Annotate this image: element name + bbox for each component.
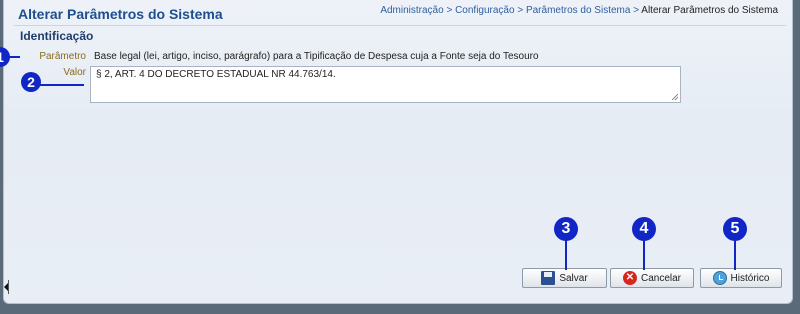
- annotation-badge-2: 2: [21, 72, 41, 92]
- annotation-4-leader: [643, 240, 645, 270]
- breadcrumb: Administração > Configuração > Parâmetro…: [380, 5, 778, 16]
- annotation-badge-5: 5: [723, 217, 747, 241]
- breadcrumb-current: Alterar Parâmetros do Sistema: [641, 5, 778, 16]
- save-button[interactable]: Salvar: [522, 268, 607, 288]
- sidebar-splitter[interactable]: [8, 280, 9, 294]
- annotation-badge-3: 3: [554, 217, 578, 241]
- save-button-label: Salvar: [559, 272, 588, 284]
- history-button-label: Histórico: [730, 272, 770, 284]
- breadcrumb-path[interactable]: Administração > Configuração > Parâmetro…: [380, 5, 641, 16]
- cancel-x-icon: ✕: [622, 271, 637, 285]
- section-title: Identificação: [20, 29, 94, 43]
- clock-icon: [712, 271, 727, 285]
- main-panel: Alterar Parâmetros do Sistema Administra…: [3, 0, 793, 304]
- valor-text: § 2, ART. 4 DO DECRETO ESTADUAL NR 44.76…: [96, 69, 336, 80]
- resize-grip-icon[interactable]: [672, 94, 678, 100]
- parametro-label: Parâmetro: [39, 51, 86, 62]
- annotation-3-leader: [565, 240, 567, 270]
- valor-textarea[interactable]: § 2, ART. 4 DO DECRETO ESTADUAL NR 44.76…: [90, 66, 681, 103]
- page-title: Alterar Parâmetros do Sistema: [18, 6, 223, 22]
- cancel-button[interactable]: ✕ Cancelar: [610, 268, 694, 288]
- floppy-disk-icon: [541, 271, 556, 285]
- annotation-badge-4: 4: [632, 217, 656, 241]
- title-divider: [14, 25, 786, 26]
- parametro-value: Base legal (lei, artigo, inciso, parágra…: [94, 51, 539, 62]
- cancel-button-label: Cancelar: [640, 272, 682, 284]
- history-button[interactable]: Histórico: [700, 268, 782, 288]
- annotation-2-leader: [36, 84, 84, 86]
- annotation-5-leader: [734, 240, 736, 270]
